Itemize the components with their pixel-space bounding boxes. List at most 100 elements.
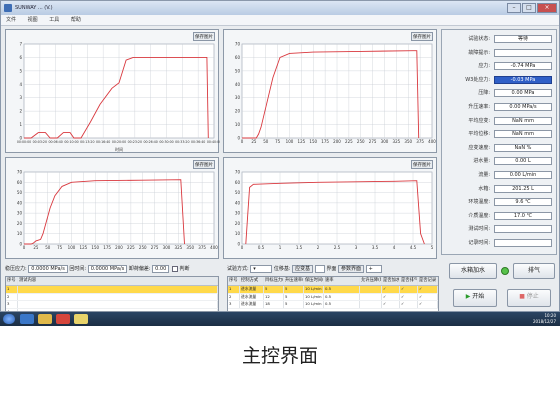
x-tick-label: 00:33:20: [175, 140, 189, 144]
table-cell: ✓: [400, 301, 418, 308]
status-label: 进水量:: [473, 158, 490, 165]
column-header[interactable]: 目标压力(MPa): [264, 277, 284, 285]
column-header[interactable]: 允许压降(MPa): [360, 277, 382, 285]
x-tick-label: 350: [404, 139, 412, 144]
strain-base-button[interactable]: 应变基: [292, 264, 314, 273]
x-tick-label: 00:23:20: [128, 140, 142, 144]
toggle-field[interactable]: [314, 264, 325, 273]
folder-icon[interactable]: [38, 314, 52, 324]
table-row[interactable]: 1: [6, 286, 218, 294]
column-header[interactable]: 序号: [6, 277, 18, 285]
menu-tools[interactable]: 工具: [44, 15, 64, 25]
table-cell: 1: [6, 286, 18, 293]
button-label: 水箱加水: [460, 267, 485, 274]
menu-help[interactable]: 帮助: [66, 15, 86, 25]
test-mode-select[interactable]: ▾: [250, 264, 273, 273]
x-tick-label: 375: [198, 245, 206, 250]
table-cell: ✓: [418, 301, 438, 308]
x-tick-label: 50: [263, 139, 269, 144]
save-image-button[interactable]: 保存图片: [193, 32, 215, 41]
x-tick-label: 325: [393, 139, 401, 144]
column-header[interactable]: 是否加水: [382, 277, 400, 285]
y-tick-label: 30: [17, 211, 23, 216]
table-cell: [360, 286, 382, 293]
window-title: SUNWAY ... (V.): [15, 5, 53, 11]
close-button[interactable]: ×: [537, 3, 557, 13]
param-interface-button[interactable]: 参数界面: [337, 264, 364, 273]
status-row: 环境温度: 9.6 ℃: [444, 197, 556, 207]
browser-icon[interactable]: [20, 314, 34, 324]
x-tick-label: 00:03:20: [33, 140, 47, 144]
status-row: 介质温度: 17.0 ℃: [444, 211, 556, 221]
status-row: 应变速度: NaN %: [444, 143, 556, 153]
table-cell: 0.5: [324, 301, 360, 308]
status-value: 0.00 L: [494, 157, 552, 166]
column-header[interactable]: 测试内容: [18, 277, 218, 285]
table-row[interactable]: 2 进水流量 12 5 10 L/min 0.5 ✓ ✓ ✓: [228, 293, 438, 301]
table-cell: 12: [264, 293, 284, 300]
table-cell: [18, 293, 218, 300]
option-label: 回时间:: [69, 266, 87, 272]
save-image-button[interactable]: 保存图片: [411, 160, 433, 169]
minimize-button[interactable]: –: [507, 3, 521, 13]
status-panel: 试验状态: 等待 故障提示: 应力: -0.74 MPa W3处应力: -0.03 MPa 压…: [441, 29, 557, 255]
table-cell: 5: [284, 301, 304, 308]
column-header[interactable]: 保压时间(min): [304, 277, 324, 285]
option-value-field[interactable]: 0.0000 MPa/s: [28, 264, 68, 273]
column-header[interactable]: 是否排气: [400, 277, 418, 285]
table-row[interactable]: 1 进水流量 5 5 10 L/min 0.5 ✓ ✓ ✓: [228, 286, 438, 294]
app-icon-1[interactable]: [74, 314, 88, 324]
column-header[interactable]: 升压速率(MPa/s): [284, 277, 304, 285]
start-menu-icon[interactable]: [3, 314, 15, 324]
table-cell: ✓: [382, 286, 400, 293]
y-tick-label: 70: [235, 42, 241, 47]
judge-checkbox[interactable]: [171, 265, 178, 272]
table-cell: [360, 301, 382, 308]
add-row-button[interactable]: +: [365, 264, 382, 273]
table-row[interactable]: 2: [6, 293, 218, 301]
start-button[interactable]: ▶ 开始: [453, 289, 497, 307]
stop-button[interactable]: ■ 停止: [507, 289, 551, 307]
y-tick-label: 3: [19, 95, 22, 100]
x-tick-label: 25: [251, 139, 257, 144]
taskbar: 10:20 2018/12/27: [0, 312, 560, 326]
column-header[interactable]: 序号: [228, 277, 240, 285]
table-row[interactable]: 3: [6, 301, 218, 309]
x-tick-label: 225: [345, 139, 353, 144]
option-value-field[interactable]: 0.00: [152, 264, 170, 273]
save-image-button[interactable]: 保存图片: [193, 160, 215, 169]
maximize-button[interactable]: □: [522, 3, 536, 13]
column-header[interactable]: 控制方式: [240, 277, 264, 285]
exhaust-button[interactable]: 排气: [513, 263, 555, 279]
save-image-button[interactable]: 保存图片: [411, 32, 433, 41]
x-tick-label: 350: [186, 245, 194, 250]
chart-pressure-inflow: 0 25 50 75 100 125 150 175 200 225 250 275 300 325 350…: [5, 157, 219, 259]
status-led-icon: [501, 267, 509, 275]
status-value: 0.00 MPa/s: [494, 103, 552, 111]
status-label: W3处应力:: [465, 76, 490, 83]
chart-svg: 0 25 50 75 100 125 150 175 200 225 250 275 300 325 350…: [235, 42, 436, 145]
table-cell: ✓: [400, 286, 418, 293]
x-tick-label: 00:10:00: [64, 140, 78, 144]
menu-file[interactable]: 文件: [1, 15, 21, 25]
table-cell: [360, 293, 382, 300]
y-tick-label: 50: [235, 190, 241, 195]
x-tick-label: 150: [309, 139, 317, 144]
column-header[interactable]: 速率: [324, 277, 360, 285]
option-value-field[interactable]: 0.0000 MPa/s: [87, 264, 128, 273]
media-icon[interactable]: [56, 314, 70, 324]
status-label: 水箱:: [478, 185, 490, 192]
table-cell: 5: [284, 293, 304, 300]
water-fill-button[interactable]: 水箱加水: [449, 263, 497, 279]
status-label: 故障提示:: [468, 49, 490, 56]
menu-view[interactable]: 视图: [23, 15, 43, 25]
status-value: 0.00 L/min: [494, 171, 552, 179]
window-controls: – □ ×: [507, 3, 557, 13]
status-label: 压降:: [478, 90, 490, 97]
status-value: 201.25 L: [494, 184, 552, 193]
chart-pressure-displacement: 0 25 50 75 100 125 150 175 200 225 250 275 300 325 350…: [223, 29, 437, 153]
table-cell: 5: [264, 286, 284, 293]
status-row: 升压速率: 0.00 MPa/s: [444, 102, 556, 112]
table-row[interactable]: 3 进水流量 18 5 10 L/min 0.5 ✓ ✓ ✓: [228, 301, 438, 309]
column-header[interactable]: 是否记录: [418, 277, 438, 285]
